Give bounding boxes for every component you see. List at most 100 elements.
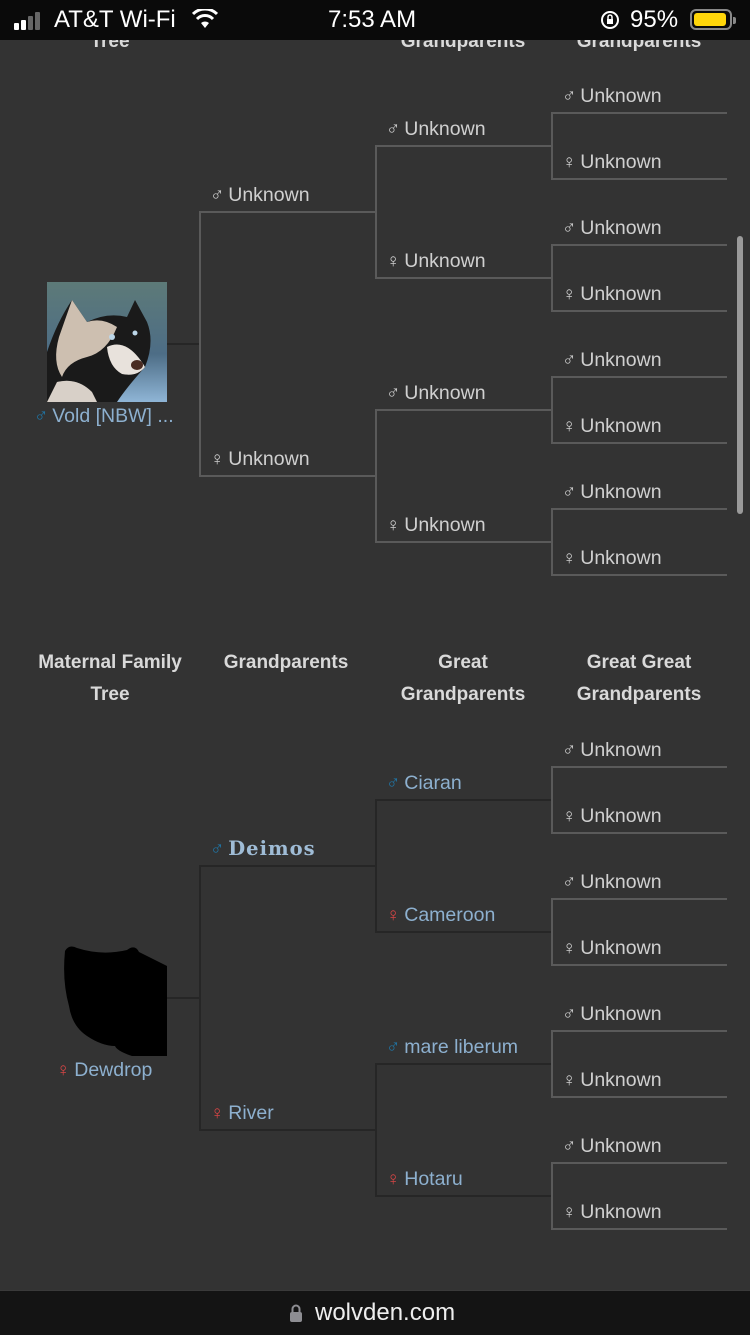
great-great-grandparent-female: ♀ Unknown bbox=[562, 805, 662, 827]
female-icon: ♀ bbox=[562, 152, 577, 173]
male-icon: ♂ bbox=[210, 839, 225, 860]
subject-connector bbox=[167, 997, 199, 999]
header-great-grandparents: Great Grandparents bbox=[400, 652, 526, 705]
female-icon: ♀ bbox=[210, 1103, 225, 1124]
status-bar: AT&T Wi-Fi 7:53 AM 95% bbox=[0, 0, 750, 40]
great-great-grandparent-line bbox=[551, 1030, 727, 1032]
female-icon: ♀ bbox=[386, 1169, 401, 1190]
subject-connector bbox=[167, 343, 199, 345]
great-great-grandparent-line bbox=[551, 1228, 727, 1230]
great-great-grandparent-line bbox=[551, 1162, 727, 1164]
wolf-portrait-vold[interactable] bbox=[47, 282, 167, 402]
great-great-grandparent-female: ♀ Unknown bbox=[562, 283, 662, 305]
great-great-grandparents-bracket bbox=[551, 508, 553, 576]
great-great-grandparent-male: ♂ Unknown bbox=[562, 85, 662, 107]
male-icon: ♂ bbox=[562, 86, 577, 107]
great-great-grandparent-line bbox=[551, 508, 727, 510]
great-great-grandparent-line bbox=[551, 112, 727, 114]
wifi-icon bbox=[192, 9, 218, 28]
female-icon: ♀ bbox=[562, 416, 577, 437]
great-grandparent-line bbox=[375, 277, 551, 279]
great-great-grandparent-line bbox=[551, 310, 727, 312]
grandparent-male[interactable]: ♂ Deimos bbox=[210, 837, 316, 862]
great-great-grandparent-male: ♂ Unknown bbox=[562, 739, 662, 761]
great-great-grandparent-male: ♂ Unknown bbox=[562, 1135, 662, 1157]
grandparents-bracket bbox=[199, 865, 201, 1131]
great-great-grandparent-line bbox=[551, 1096, 727, 1098]
female-icon: ♀ bbox=[562, 548, 577, 569]
great-great-grandparent-female: ♀ Unknown bbox=[562, 151, 662, 173]
great-great-grandparents-bracket bbox=[551, 898, 553, 966]
female-icon: ♀ bbox=[386, 251, 401, 272]
great-grandparent-female[interactable]: ♀ Cameroon bbox=[386, 903, 495, 928]
great-great-grandparent-line bbox=[551, 832, 727, 834]
male-icon: ♂ bbox=[386, 773, 401, 794]
great-great-grandparent-male: ♂ Unknown bbox=[562, 481, 662, 503]
male-icon: ♂ bbox=[562, 740, 577, 761]
great-grandparent-male[interactable]: ♂ Ciaran bbox=[386, 771, 462, 796]
header-great-great-grandparents: Great Great Grandparents bbox=[576, 652, 702, 705]
grandparent-female: ♀ Unknown bbox=[210, 448, 310, 470]
great-great-grandparent-line bbox=[551, 178, 727, 180]
male-icon: ♂ bbox=[386, 383, 401, 404]
vertical-scrollbar[interactable] bbox=[737, 236, 743, 514]
male-icon: ♂ bbox=[562, 218, 577, 239]
great-great-grandparent-female: ♀ Unknown bbox=[562, 415, 662, 437]
great-grandparent-line bbox=[375, 1195, 551, 1197]
great-grandparents-bracket bbox=[375, 409, 377, 543]
safari-url-bar[interactable]: wolvden.com bbox=[0, 1290, 750, 1335]
female-icon: ♀ bbox=[562, 806, 577, 827]
header-grandparents: Grandparents bbox=[223, 652, 349, 673]
great-grandparent-line bbox=[375, 541, 551, 543]
great-grandparents-bracket bbox=[375, 145, 377, 279]
grandparents-bracket bbox=[199, 211, 201, 477]
great-grandparent-female: ♀ Unknown bbox=[386, 250, 486, 272]
great-grandparent-female: ♀ Unknown bbox=[386, 514, 486, 536]
great-grandparent-male: ♂ Unknown bbox=[386, 118, 486, 140]
female-icon: ♀ bbox=[562, 284, 577, 305]
male-icon: ♂ bbox=[562, 350, 577, 371]
male-icon: ♂ bbox=[562, 1004, 577, 1025]
subject-name-link[interactable]: ♀ Dewdrop bbox=[56, 1058, 152, 1083]
female-icon: ♀ bbox=[56, 1060, 71, 1081]
great-grandparents-bracket bbox=[375, 1063, 377, 1197]
grandparent-line bbox=[199, 211, 375, 213]
great-great-grandparent-female: ♀ Unknown bbox=[562, 1069, 662, 1091]
url-domain: wolvden.com bbox=[315, 1299, 456, 1326]
great-great-grandparent-female: ♀ Unknown bbox=[562, 1201, 662, 1223]
great-great-grandparent-line bbox=[551, 244, 727, 246]
grandparent-female[interactable]: ♀ River bbox=[210, 1101, 274, 1126]
subject-name-link[interactable]: ♂ Vold [NBW] ... bbox=[34, 404, 174, 429]
male-icon: ♂ bbox=[562, 1136, 577, 1157]
female-icon: ♀ bbox=[562, 1202, 577, 1223]
great-great-grandparent-line bbox=[551, 376, 727, 378]
great-great-grandparents-bracket bbox=[551, 1030, 553, 1098]
female-icon: ♀ bbox=[562, 938, 577, 959]
wolf-portrait-dewdrop[interactable] bbox=[47, 936, 167, 1056]
great-grandparent-male: ♂ Unknown bbox=[386, 382, 486, 404]
female-icon: ♀ bbox=[562, 1070, 577, 1091]
great-great-grandparent-line bbox=[551, 574, 727, 576]
great-great-grandparent-male: ♂ Unknown bbox=[562, 871, 662, 893]
great-great-grandparent-male: ♂ Unknown bbox=[562, 217, 662, 239]
great-grandparent-female[interactable]: ♀ Hotaru bbox=[386, 1167, 463, 1192]
battery-icon bbox=[690, 9, 736, 30]
grandparent-line bbox=[199, 865, 375, 867]
great-grandparents-bracket bbox=[375, 799, 377, 933]
great-great-grandparent-line bbox=[551, 442, 727, 444]
great-great-grandparent-male: ♂ Unknown bbox=[562, 1003, 662, 1025]
great-grandparent-line bbox=[375, 799, 551, 801]
female-icon: ♀ bbox=[210, 449, 225, 470]
female-icon: ♀ bbox=[386, 905, 401, 926]
male-icon: ♂ bbox=[34, 406, 49, 427]
great-grandparent-line bbox=[375, 931, 551, 933]
male-icon: ♂ bbox=[386, 119, 401, 140]
grandparent-line bbox=[199, 1129, 375, 1131]
carrier-label: AT&T Wi-Fi bbox=[54, 6, 176, 33]
great-great-grandparent-line bbox=[551, 964, 727, 966]
battery-percent: 95% bbox=[630, 6, 679, 33]
great-great-grandparent-female: ♀ Unknown bbox=[562, 547, 662, 569]
great-grandparent-line bbox=[375, 409, 551, 411]
grandparent-male: ♂ Unknown bbox=[210, 184, 310, 206]
great-grandparent-male[interactable]: ♂ mare liberum bbox=[386, 1035, 518, 1060]
